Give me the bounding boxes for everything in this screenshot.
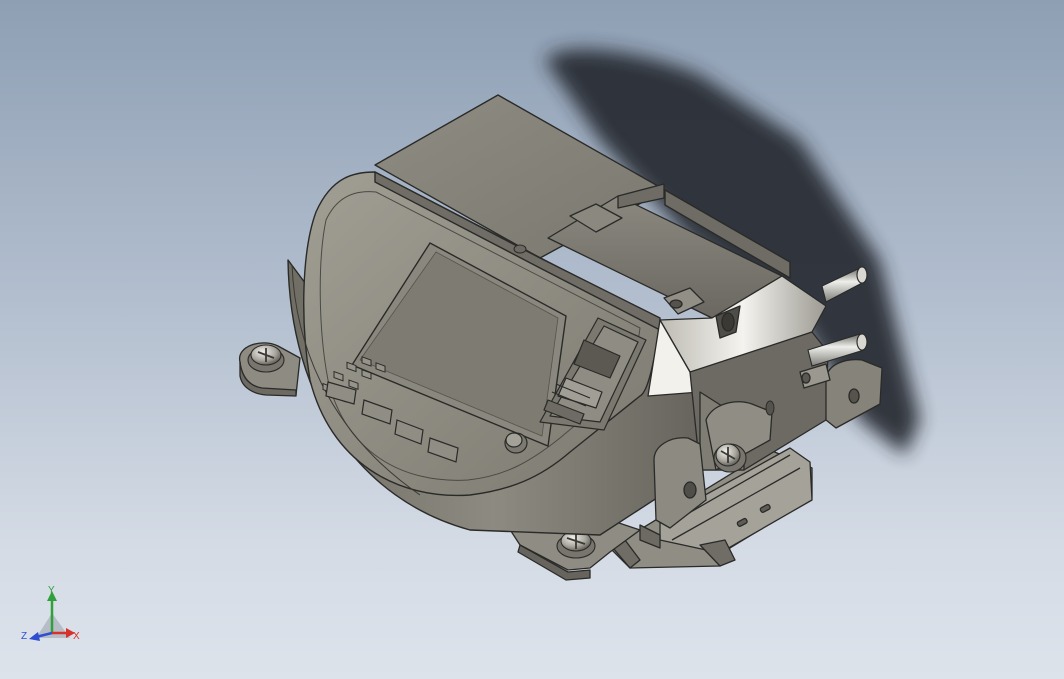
cad-viewport[interactable]	[0, 0, 1064, 679]
y-axis-label: Y	[48, 585, 55, 596]
coordinate-triad-icon[interactable]: Y X Z	[14, 583, 86, 649]
top-vent-hole	[513, 244, 527, 254]
round-knob[interactable]	[504, 432, 528, 454]
z-axis-arrow	[29, 632, 40, 641]
x-axis-label: X	[73, 631, 80, 642]
screw-icon[interactable]	[713, 443, 747, 473]
z-axis-label: Z	[21, 631, 27, 642]
screw-icon[interactable]	[247, 344, 285, 373]
side-hole	[765, 400, 775, 416]
